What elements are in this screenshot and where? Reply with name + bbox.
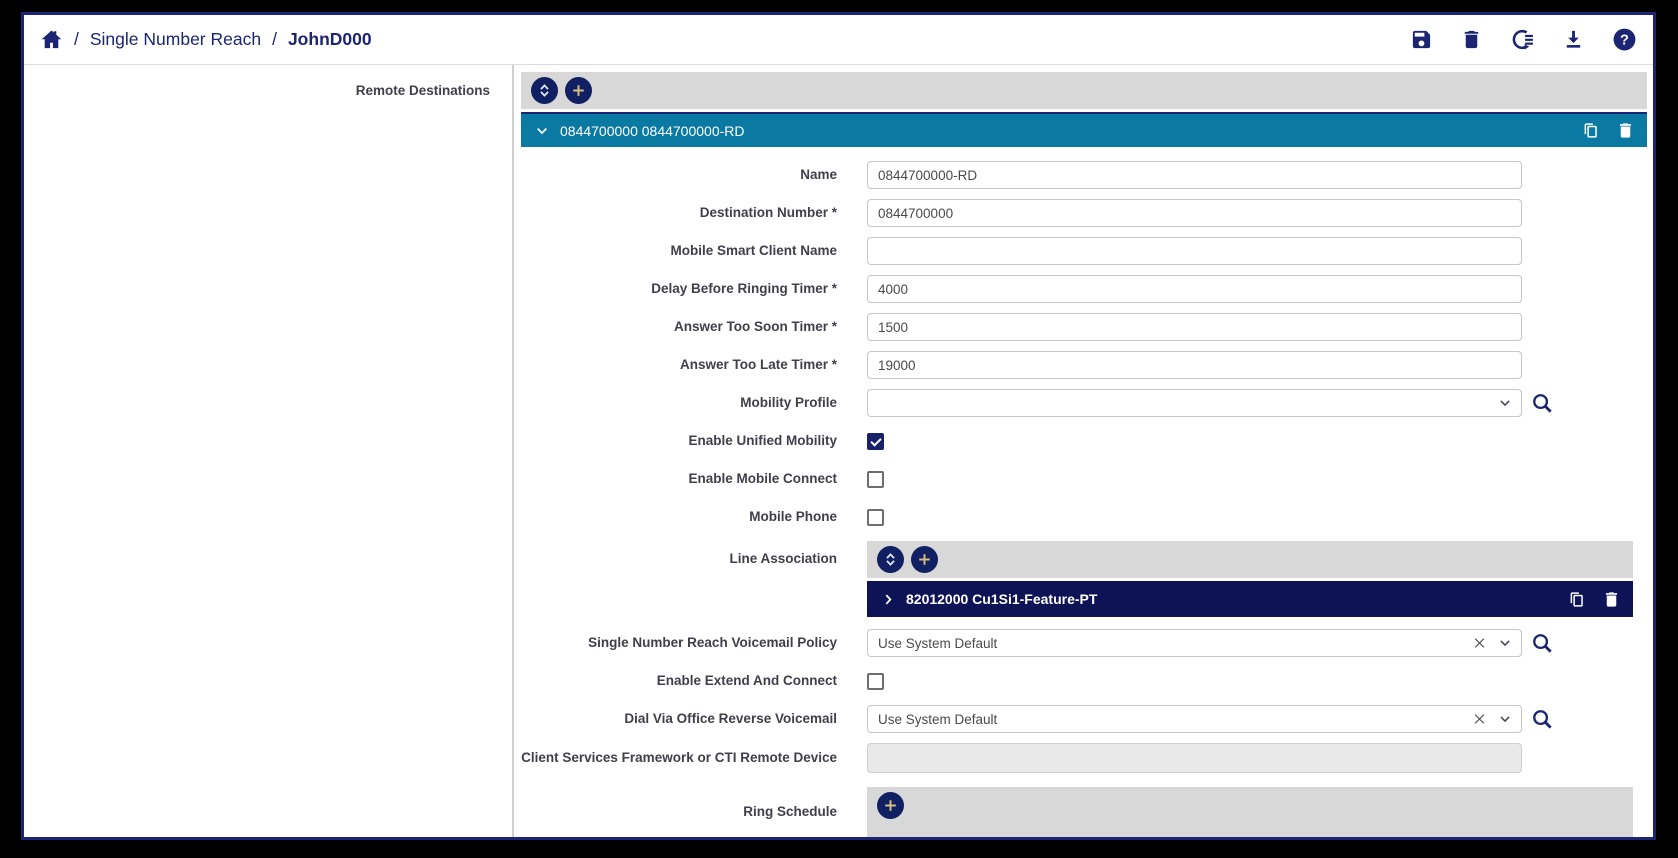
line-association-item-title: 82012000 Cu1Si1-Feature-PT — [906, 591, 1097, 607]
snr-voicemail-policy-combobox[interactable] — [867, 629, 1522, 657]
reorder-button[interactable] — [877, 546, 904, 573]
name-input[interactable] — [867, 161, 1522, 189]
answer-too-late-timer-label: Answer Too Late Timer * — [521, 357, 837, 374]
field-row-name: Name — [521, 161, 1647, 189]
chevron-down-icon[interactable] — [1498, 396, 1512, 410]
breadcrumb-separator: / — [74, 29, 79, 50]
clear-icon[interactable] — [1473, 713, 1486, 726]
reorder-button[interactable] — [531, 77, 558, 104]
dial-via-office-reverse-voicemail-input[interactable] — [867, 705, 1522, 733]
field-row-dial-via-office-reverse-voicemail: Dial Via Office Reverse Voicemail — [521, 705, 1647, 733]
collapse-chevron-icon[interactable] — [534, 123, 550, 139]
field-row-answer-too-late-timer: Answer Too Late Timer * — [521, 351, 1647, 379]
delay-before-ringing-timer-label: Delay Before Ringing Timer * — [521, 281, 837, 298]
enable-mobile-connect-label: Enable Mobile Connect — [521, 471, 837, 488]
field-row-mobile-phone: Mobile Phone — [521, 503, 1647, 531]
remote-destination-form: Name Destination Number * Mobile Smart C… — [521, 147, 1647, 839]
top-bar-actions: ? — [1410, 27, 1637, 52]
copy-icon[interactable] — [1581, 121, 1600, 140]
enable-extend-and-connect-label: Enable Extend And Connect — [521, 673, 837, 690]
enable-unified-mobility-label: Enable Unified Mobility — [521, 433, 837, 450]
mobile-phone-checkbox[interactable] — [867, 509, 884, 526]
line-association-label: Line Association — [521, 541, 837, 568]
enable-extend-and-connect-checkbox[interactable] — [867, 673, 884, 690]
breadcrumb-section[interactable]: Single Number Reach — [90, 29, 261, 50]
screen-frame: / Single Number Reach / JohnD000 — [0, 0, 1678, 858]
client-services-framework-label: Client Services Framework or CTI Remote … — [521, 750, 837, 767]
field-row-mobility-profile: Mobility Profile — [521, 389, 1647, 417]
download-icon[interactable] — [1562, 28, 1585, 51]
field-row-destination-number: Destination Number * — [521, 199, 1647, 227]
top-bar: / Single Number Reach / JohnD000 — [24, 15, 1653, 65]
expand-chevron-icon[interactable] — [881, 592, 896, 607]
trash-icon[interactable] — [1602, 590, 1621, 609]
remote-destination-header[interactable]: 0844700000 0844700000-RD — [521, 112, 1647, 147]
field-row-line-association: Line Association — [521, 541, 1647, 617]
destination-number-label: Destination Number * — [521, 205, 837, 222]
field-row-client-services-framework: Client Services Framework or CTI Remote … — [521, 743, 1647, 773]
remote-destinations-panel: 0844700000 0844700000-RD Name — [514, 65, 1653, 837]
remote-destinations-label: Remote Destinations — [24, 83, 512, 98]
svg-text:?: ? — [1620, 33, 1629, 49]
answer-too-soon-timer-label: Answer Too Soon Timer * — [521, 319, 837, 336]
ring-schedule-label: Ring Schedule — [521, 787, 837, 821]
field-row-enable-unified-mobility: Enable Unified Mobility — [521, 427, 1647, 455]
mobility-profile-input[interactable] — [867, 389, 1522, 417]
remote-destination-actions — [1581, 121, 1635, 140]
change-list-icon[interactable] — [1510, 27, 1535, 52]
trash-icon[interactable] — [1616, 121, 1635, 140]
enable-unified-mobility-checkbox[interactable] — [867, 433, 884, 450]
copy-icon[interactable] — [1567, 590, 1586, 609]
help-icon[interactable]: ? — [1612, 27, 1637, 52]
home-icon[interactable] — [40, 28, 63, 51]
save-icon[interactable] — [1410, 28, 1433, 51]
line-association-item-actions — [1567, 590, 1621, 609]
chevron-down-icon[interactable] — [1498, 636, 1512, 650]
field-row-mobile-smart-client-name: Mobile Smart Client Name — [521, 237, 1647, 265]
remote-destinations-toolbar — [521, 72, 1647, 109]
destination-number-input[interactable] — [867, 199, 1522, 227]
snr-voicemail-policy-label: Single Number Reach Voicemail Policy — [521, 635, 837, 652]
mobile-smart-client-name-input[interactable] — [867, 237, 1522, 265]
name-label: Name — [521, 167, 837, 184]
delete-icon[interactable] — [1460, 28, 1483, 51]
breadcrumb-current: JohnD000 — [288, 29, 372, 50]
mobility-profile-combobox[interactable] — [867, 389, 1522, 417]
chevron-down-icon[interactable] — [1498, 712, 1512, 726]
field-row-snr-voicemail-policy: Single Number Reach Voicemail Policy — [521, 629, 1647, 657]
page-body: Remote Destinations — [24, 65, 1653, 837]
ring-schedule-toolbar — [867, 787, 1633, 839]
field-row-enable-extend-and-connect: Enable Extend And Connect — [521, 667, 1647, 695]
snr-voicemail-policy-input[interactable] — [867, 629, 1522, 657]
field-row-ring-schedule: Ring Schedule — [521, 787, 1647, 839]
search-icon[interactable] — [1531, 392, 1554, 415]
app-window: / Single Number Reach / JohnD000 — [21, 12, 1656, 840]
dial-via-office-reverse-voicemail-label: Dial Via Office Reverse Voicemail — [521, 711, 837, 728]
search-icon[interactable] — [1531, 632, 1554, 655]
search-icon[interactable] — [1531, 708, 1554, 731]
left-label-column: Remote Destinations — [24, 65, 512, 837]
line-association-item[interactable]: 82012000 Cu1Si1-Feature-PT — [867, 581, 1633, 617]
enable-mobile-connect-checkbox[interactable] — [867, 471, 884, 488]
mobile-phone-label: Mobile Phone — [521, 509, 837, 526]
add-line-association-button[interactable] — [911, 546, 938, 573]
field-row-answer-too-soon-timer: Answer Too Soon Timer * — [521, 313, 1647, 341]
dial-via-office-reverse-voicemail-combobox[interactable] — [867, 705, 1522, 733]
breadcrumb-separator: / — [272, 29, 277, 50]
field-row-enable-mobile-connect: Enable Mobile Connect — [521, 465, 1647, 493]
client-services-framework-input — [867, 743, 1522, 773]
remote-destination-title: 0844700000 0844700000-RD — [560, 123, 745, 139]
answer-too-late-timer-input[interactable] — [867, 351, 1522, 379]
mobility-profile-label: Mobility Profile — [521, 395, 837, 412]
mobile-smart-client-name-label: Mobile Smart Client Name — [521, 243, 837, 260]
add-remote-destination-button[interactable] — [565, 77, 592, 104]
line-association-list: 82012000 Cu1Si1-Feature-PT — [867, 541, 1633, 617]
answer-too-soon-timer-input[interactable] — [867, 313, 1522, 341]
breadcrumb: / Single Number Reach / JohnD000 — [40, 28, 372, 51]
delay-before-ringing-timer-input[interactable] — [867, 275, 1522, 303]
line-association-toolbar — [867, 541, 1633, 578]
add-ring-schedule-button[interactable] — [877, 792, 904, 819]
field-row-delay-before-ringing-timer: Delay Before Ringing Timer * — [521, 275, 1647, 303]
clear-icon[interactable] — [1473, 637, 1486, 650]
